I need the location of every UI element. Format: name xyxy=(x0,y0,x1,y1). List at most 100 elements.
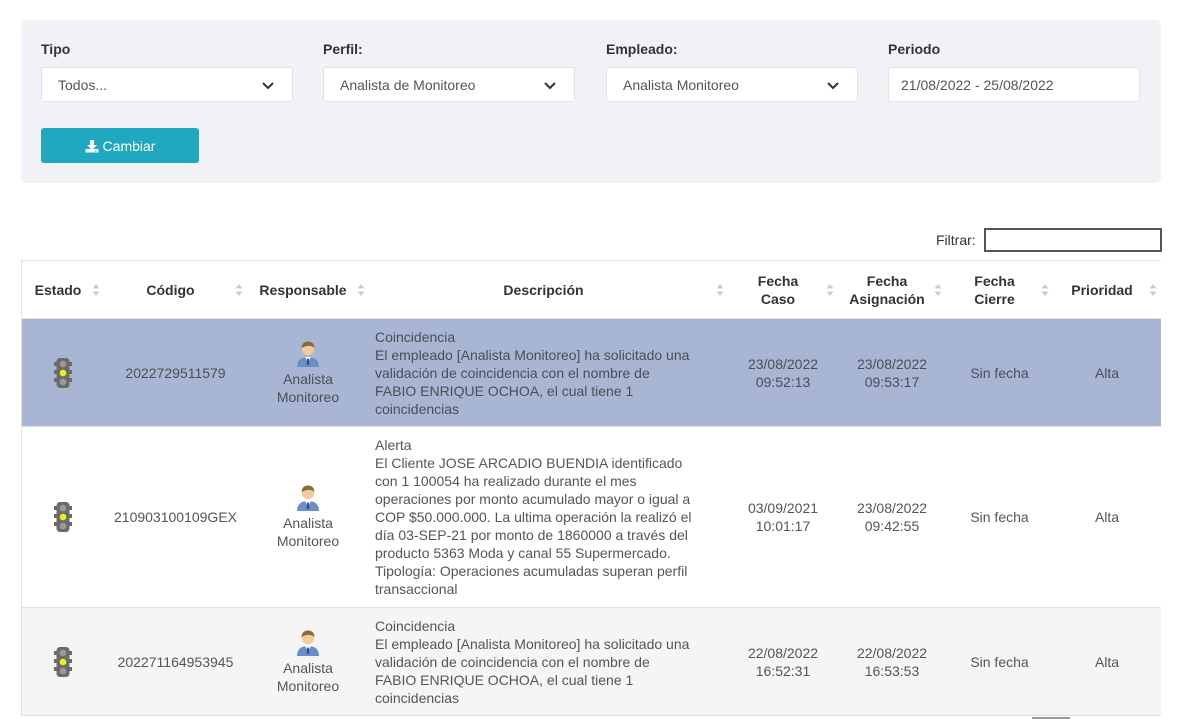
chevron-down-icon xyxy=(827,81,839,89)
change-button-label: Cambiar xyxy=(102,137,156,154)
column-header-label: Fecha Cierre xyxy=(974,272,1014,308)
fecha-caso-cell: 03/09/2021 10:01:17 xyxy=(728,427,838,607)
descripcion-line: Coincidencia xyxy=(375,617,456,634)
filter-tipo: Tipo Todos... xyxy=(41,41,293,102)
fecha-caso-cell: 22/08/2022 16:52:31 xyxy=(728,608,838,715)
table-search-input[interactable] xyxy=(983,228,1162,252)
change-button[interactable]: Cambiar xyxy=(41,128,199,163)
descripcion-line: Alerta xyxy=(375,437,412,453)
empleado-select[interactable]: Analista Monitoreo xyxy=(606,67,858,102)
table-header: Estado Código Responsable Descripción Fe… xyxy=(22,261,1161,319)
fecha-caso-time: 09:52:13 xyxy=(755,373,811,390)
user-avatar-icon xyxy=(297,630,319,656)
fecha-caso-date: 03/09/2021 xyxy=(747,500,819,516)
descripcion-line: Coincidencia xyxy=(375,328,456,345)
descripcion-line: Tipología: Operaciones acumuladas supera… xyxy=(375,563,688,579)
codigo-cell: 2022729511579 xyxy=(125,364,226,381)
download-icon xyxy=(85,139,99,152)
column-header-prioridad[interactable]: Prioridad xyxy=(1053,261,1161,318)
descripcion-line: coincidencias xyxy=(375,689,460,706)
chevron-down-icon xyxy=(262,81,274,89)
traffic-light-yellow-icon xyxy=(54,646,72,677)
descripcion-line: COP $50.000.000. La ultima operación la … xyxy=(375,509,692,525)
fecha-asignacion-cell: 23/08/2022 09:53:17 xyxy=(838,319,946,426)
sort-icon xyxy=(826,283,834,296)
responsable-cell: Analista Monitoreo xyxy=(247,608,369,715)
fecha-caso-time: 10:01:17 xyxy=(755,518,811,534)
column-header-line1: Fecha xyxy=(866,272,908,289)
fecha-asignacion-date: 23/08/2022 xyxy=(856,355,928,372)
periodo-input-value: 21/08/2022 - 25/08/2022 xyxy=(901,76,1054,93)
perfil-select[interactable]: Analista de Monitoreo xyxy=(323,67,575,102)
user-avatar-icon xyxy=(297,341,319,367)
descripcion-line: día 03-SEP-21 por monto de 1860000 a tra… xyxy=(375,527,688,543)
column-header-label: Descripción xyxy=(503,281,584,298)
codigo-cell: 202271164953945 xyxy=(117,653,234,670)
prioridad-cell: Alta xyxy=(1094,509,1120,525)
prioridad-cell: Alta xyxy=(1094,653,1120,670)
column-header-estado[interactable]: Estado xyxy=(22,261,104,318)
table-row[interactable]: 202271164953945 Analista Monitoreo Coinci… xyxy=(22,608,1161,716)
column-header-fecha-caso[interactable]: Fecha Caso xyxy=(728,261,838,318)
descripcion-line: producto 5363 Moda y canal 55 Supermerca… xyxy=(375,545,671,561)
filter-periodo-label: Periodo xyxy=(888,41,941,57)
empleado-select-value: Analista Monitoreo xyxy=(623,76,739,93)
fecha-asignacion-date: 23/08/2022 xyxy=(856,500,928,516)
fecha-asignacion-time: 16:53:53 xyxy=(864,662,920,679)
fecha-asignacion-value: 22/08/2022 16:53:53 xyxy=(857,644,927,680)
descripcion-line: FABIO ENRIQUE OCHOA, el cual tiene 1 xyxy=(375,671,634,688)
column-header-responsable[interactable]: Responsable xyxy=(247,261,369,318)
column-header-label: Prioridad xyxy=(1071,281,1133,298)
descripcion-cell: Coincidencia El empleado [Analista Monit… xyxy=(369,608,728,715)
filter-perfil-label: Perfil: xyxy=(323,41,363,57)
filter-perfil: Perfil: Analista de Monitoreo xyxy=(323,41,575,102)
sort-icon xyxy=(235,283,243,296)
descripcion-line: validación de coincidencia con el nombre… xyxy=(375,653,650,670)
fecha-cierre-cell: Sin fecha xyxy=(970,653,1029,670)
column-header-descripcion[interactable]: Descripción xyxy=(369,261,728,318)
column-header-fecha-asignacion[interactable]: Fecha Asignación xyxy=(838,261,946,318)
descripcion-line: El Cliente JOSE ARCADIO BUENDIA identifi… xyxy=(375,455,683,471)
codigo-cell: 210903100109GEX xyxy=(114,509,237,525)
descripcion-line: FABIO ENRIQUE OCHOA, el cual tiene 1 xyxy=(375,382,634,399)
sort-icon xyxy=(92,283,100,296)
table-row[interactable]: 2022729511579 Analista Monitoreo Coincide… xyxy=(22,319,1161,427)
descripcion-line: validación de coincidencia con el nombre… xyxy=(375,364,650,381)
descripcion-line: con 1 100054 ha realizado durante el mes xyxy=(375,473,637,489)
column-header-label: Estado xyxy=(34,281,82,298)
filter-empleado-label: Empleado: xyxy=(606,41,678,57)
sort-icon xyxy=(1149,283,1157,296)
perfil-select-value: Analista de Monitoreo xyxy=(340,76,476,93)
sort-icon xyxy=(716,283,724,296)
table-search: Filtrar: xyxy=(936,228,1162,252)
descripcion-line: coincidencias xyxy=(375,400,460,417)
periodo-input[interactable]: 21/08/2022 - 25/08/2022 xyxy=(888,67,1140,102)
column-header-fecha-cierre[interactable]: Fecha Cierre xyxy=(946,261,1053,318)
column-header-codigo[interactable]: Código xyxy=(104,261,247,318)
filter-empleado: Empleado: Analista Monitoreo xyxy=(606,41,858,102)
fecha-caso-cell: 23/08/2022 09:52:13 xyxy=(728,319,838,426)
column-header-label: Fecha Caso xyxy=(758,272,798,308)
responsable-line1: Analista xyxy=(283,370,333,387)
fecha-caso-value: 23/08/2022 09:52:13 xyxy=(748,355,818,391)
column-header-line2: Cierre xyxy=(974,290,1015,307)
filter-panel: Tipo Todos... Perfil: Analista de Monito… xyxy=(21,20,1161,183)
column-header-line1: Fecha xyxy=(757,272,799,289)
descripcion-line: transaccional xyxy=(375,581,458,597)
fecha-asignacion-cell: 23/08/2022 09:42:55 xyxy=(838,427,946,607)
sort-icon xyxy=(1041,283,1049,296)
table-row[interactable]: 210903100109GEX Analista Monitoreo Alerta… xyxy=(22,427,1161,608)
descripcion-line: El empleado [Analista Monitoreo] ha soli… xyxy=(375,635,690,652)
prioridad-cell: Alta xyxy=(1094,364,1120,381)
descripcion-text: Coincidencia El empleado [Analista Monit… xyxy=(375,328,689,418)
cases-table: Estado Código Responsable Descripción Fe… xyxy=(21,260,1161,716)
fecha-caso-time: 16:52:31 xyxy=(755,662,811,679)
traffic-light-yellow-icon xyxy=(54,502,72,532)
user-avatar-icon xyxy=(297,485,319,511)
column-header-line2: Asignación xyxy=(849,290,925,307)
responsable-line2: Monitoreo xyxy=(276,533,340,549)
fecha-cierre-cell: Sin fecha xyxy=(970,509,1029,525)
tipo-select[interactable]: Todos... xyxy=(41,67,293,102)
sort-icon xyxy=(934,283,942,296)
column-header-line1: Fecha xyxy=(974,272,1015,289)
